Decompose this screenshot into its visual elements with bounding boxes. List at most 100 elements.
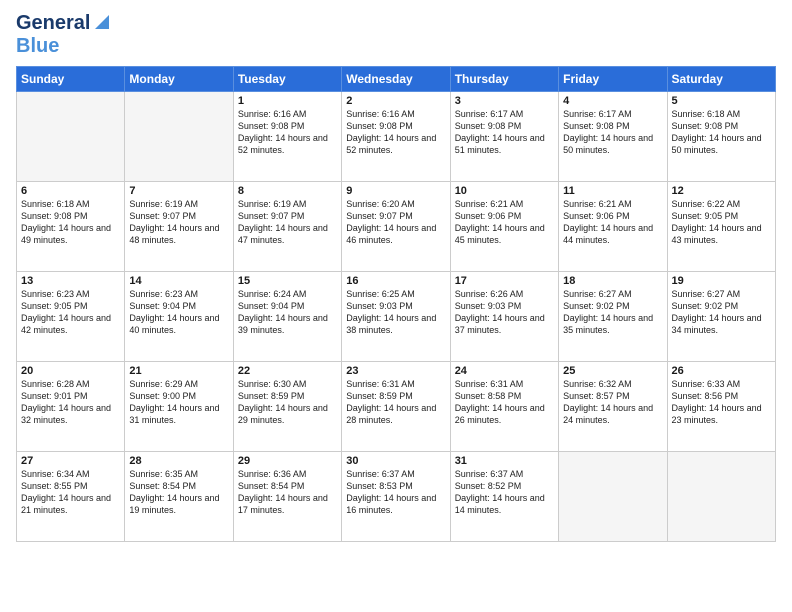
day-number: 18 — [563, 275, 662, 287]
calendar-cell: 12Sunrise: 6:22 AM Sunset: 9:05 PM Dayli… — [667, 182, 775, 272]
day-info: Sunrise: 6:31 AM Sunset: 8:58 PM Dayligh… — [455, 378, 554, 427]
day-number: 10 — [455, 185, 554, 197]
calendar-cell: 8Sunrise: 6:19 AM Sunset: 9:07 PM Daylig… — [233, 182, 341, 272]
day-info: Sunrise: 6:17 AM Sunset: 9:08 PM Dayligh… — [455, 108, 554, 157]
day-info: Sunrise: 6:19 AM Sunset: 9:07 PM Dayligh… — [129, 198, 228, 247]
calendar-cell: 10Sunrise: 6:21 AM Sunset: 9:06 PM Dayli… — [450, 182, 558, 272]
calendar-cell: 19Sunrise: 6:27 AM Sunset: 9:02 PM Dayli… — [667, 272, 775, 362]
day-info: Sunrise: 6:31 AM Sunset: 8:59 PM Dayligh… — [346, 378, 445, 427]
calendar-table: SundayMondayTuesdayWednesdayThursdayFrid… — [16, 66, 776, 542]
day-number: 5 — [672, 95, 771, 107]
day-number: 6 — [21, 185, 120, 197]
day-number: 30 — [346, 455, 445, 467]
calendar-cell — [17, 92, 125, 182]
weekday-header: Saturday — [667, 67, 775, 92]
day-number: 23 — [346, 365, 445, 377]
day-number: 1 — [238, 95, 337, 107]
calendar-cell: 27Sunrise: 6:34 AM Sunset: 8:55 PM Dayli… — [17, 452, 125, 542]
day-info: Sunrise: 6:18 AM Sunset: 9:08 PM Dayligh… — [672, 108, 771, 157]
day-info: Sunrise: 6:28 AM Sunset: 9:01 PM Dayligh… — [21, 378, 120, 427]
day-info: Sunrise: 6:26 AM Sunset: 9:03 PM Dayligh… — [455, 288, 554, 337]
day-info: Sunrise: 6:35 AM Sunset: 8:54 PM Dayligh… — [129, 468, 228, 517]
calendar-cell: 18Sunrise: 6:27 AM Sunset: 9:02 PM Dayli… — [559, 272, 667, 362]
day-number: 11 — [563, 185, 662, 197]
day-info: Sunrise: 6:23 AM Sunset: 9:05 PM Dayligh… — [21, 288, 120, 337]
day-number: 29 — [238, 455, 337, 467]
weekday-header: Friday — [559, 67, 667, 92]
day-info: Sunrise: 6:37 AM Sunset: 8:52 PM Dayligh… — [455, 468, 554, 517]
day-number: 19 — [672, 275, 771, 287]
calendar-cell: 26Sunrise: 6:33 AM Sunset: 8:56 PM Dayli… — [667, 362, 775, 452]
weekday-header: Monday — [125, 67, 233, 92]
day-info: Sunrise: 6:25 AM Sunset: 9:03 PM Dayligh… — [346, 288, 445, 337]
weekday-header: Wednesday — [342, 67, 450, 92]
weekday-header: Sunday — [17, 67, 125, 92]
calendar-cell: 2Sunrise: 6:16 AM Sunset: 9:08 PM Daylig… — [342, 92, 450, 182]
weekday-header: Thursday — [450, 67, 558, 92]
day-info: Sunrise: 6:37 AM Sunset: 8:53 PM Dayligh… — [346, 468, 445, 517]
day-info: Sunrise: 6:30 AM Sunset: 8:59 PM Dayligh… — [238, 378, 337, 427]
calendar-cell — [125, 92, 233, 182]
calendar-cell: 28Sunrise: 6:35 AM Sunset: 8:54 PM Dayli… — [125, 452, 233, 542]
day-number: 12 — [672, 185, 771, 197]
logo-triangle-icon — [91, 11, 113, 33]
day-number: 15 — [238, 275, 337, 287]
day-info: Sunrise: 6:24 AM Sunset: 9:04 PM Dayligh… — [238, 288, 337, 337]
calendar-cell: 21Sunrise: 6:29 AM Sunset: 9:00 PM Dayli… — [125, 362, 233, 452]
day-info: Sunrise: 6:22 AM Sunset: 9:05 PM Dayligh… — [672, 198, 771, 247]
calendar-cell: 24Sunrise: 6:31 AM Sunset: 8:58 PM Dayli… — [450, 362, 558, 452]
day-number: 7 — [129, 185, 228, 197]
calendar-cell: 14Sunrise: 6:23 AM Sunset: 9:04 PM Dayli… — [125, 272, 233, 362]
logo-blue: Blue — [16, 35, 59, 57]
calendar-cell: 25Sunrise: 6:32 AM Sunset: 8:57 PM Dayli… — [559, 362, 667, 452]
day-number: 8 — [238, 185, 337, 197]
day-number: 25 — [563, 365, 662, 377]
day-info: Sunrise: 6:17 AM Sunset: 9:08 PM Dayligh… — [563, 108, 662, 157]
day-info: Sunrise: 6:16 AM Sunset: 9:08 PM Dayligh… — [238, 108, 337, 157]
day-info: Sunrise: 6:27 AM Sunset: 9:02 PM Dayligh… — [672, 288, 771, 337]
day-info: Sunrise: 6:32 AM Sunset: 8:57 PM Dayligh… — [563, 378, 662, 427]
day-number: 22 — [238, 365, 337, 377]
day-info: Sunrise: 6:27 AM Sunset: 9:02 PM Dayligh… — [563, 288, 662, 337]
calendar-cell: 23Sunrise: 6:31 AM Sunset: 8:59 PM Dayli… — [342, 362, 450, 452]
calendar-cell: 7Sunrise: 6:19 AM Sunset: 9:07 PM Daylig… — [125, 182, 233, 272]
header: General Blue — [16, 12, 776, 58]
day-info: Sunrise: 6:20 AM Sunset: 9:07 PM Dayligh… — [346, 198, 445, 247]
day-number: 21 — [129, 365, 228, 377]
calendar-cell: 30Sunrise: 6:37 AM Sunset: 8:53 PM Dayli… — [342, 452, 450, 542]
calendar-cell — [559, 452, 667, 542]
day-number: 3 — [455, 95, 554, 107]
calendar-cell: 6Sunrise: 6:18 AM Sunset: 9:08 PM Daylig… — [17, 182, 125, 272]
day-number: 26 — [672, 365, 771, 377]
day-info: Sunrise: 6:34 AM Sunset: 8:55 PM Dayligh… — [21, 468, 120, 517]
calendar-cell: 13Sunrise: 6:23 AM Sunset: 9:05 PM Dayli… — [17, 272, 125, 362]
calendar-cell: 3Sunrise: 6:17 AM Sunset: 9:08 PM Daylig… — [450, 92, 558, 182]
day-number: 31 — [455, 455, 554, 467]
calendar-cell — [667, 452, 775, 542]
calendar-cell: 15Sunrise: 6:24 AM Sunset: 9:04 PM Dayli… — [233, 272, 341, 362]
day-number: 4 — [563, 95, 662, 107]
day-number: 2 — [346, 95, 445, 107]
calendar-cell: 17Sunrise: 6:26 AM Sunset: 9:03 PM Dayli… — [450, 272, 558, 362]
weekday-header: Tuesday — [233, 67, 341, 92]
day-info: Sunrise: 6:16 AM Sunset: 9:08 PM Dayligh… — [346, 108, 445, 157]
day-number: 28 — [129, 455, 228, 467]
page: General Blue SundayMondayTuesdayWednesda… — [0, 0, 792, 612]
calendar-cell: 11Sunrise: 6:21 AM Sunset: 9:06 PM Dayli… — [559, 182, 667, 272]
day-info: Sunrise: 6:19 AM Sunset: 9:07 PM Dayligh… — [238, 198, 337, 247]
day-info: Sunrise: 6:36 AM Sunset: 8:54 PM Dayligh… — [238, 468, 337, 517]
logo: General Blue — [16, 12, 113, 58]
day-number: 16 — [346, 275, 445, 287]
day-info: Sunrise: 6:33 AM Sunset: 8:56 PM Dayligh… — [672, 378, 771, 427]
calendar-cell: 29Sunrise: 6:36 AM Sunset: 8:54 PM Dayli… — [233, 452, 341, 542]
logo-general: General — [16, 12, 90, 35]
day-number: 24 — [455, 365, 554, 377]
day-info: Sunrise: 6:18 AM Sunset: 9:08 PM Dayligh… — [21, 198, 120, 247]
calendar-cell: 16Sunrise: 6:25 AM Sunset: 9:03 PM Dayli… — [342, 272, 450, 362]
day-number: 9 — [346, 185, 445, 197]
calendar-cell: 1Sunrise: 6:16 AM Sunset: 9:08 PM Daylig… — [233, 92, 341, 182]
day-number: 14 — [129, 275, 228, 287]
day-info: Sunrise: 6:29 AM Sunset: 9:00 PM Dayligh… — [129, 378, 228, 427]
calendar-cell: 22Sunrise: 6:30 AM Sunset: 8:59 PM Dayli… — [233, 362, 341, 452]
day-number: 27 — [21, 455, 120, 467]
